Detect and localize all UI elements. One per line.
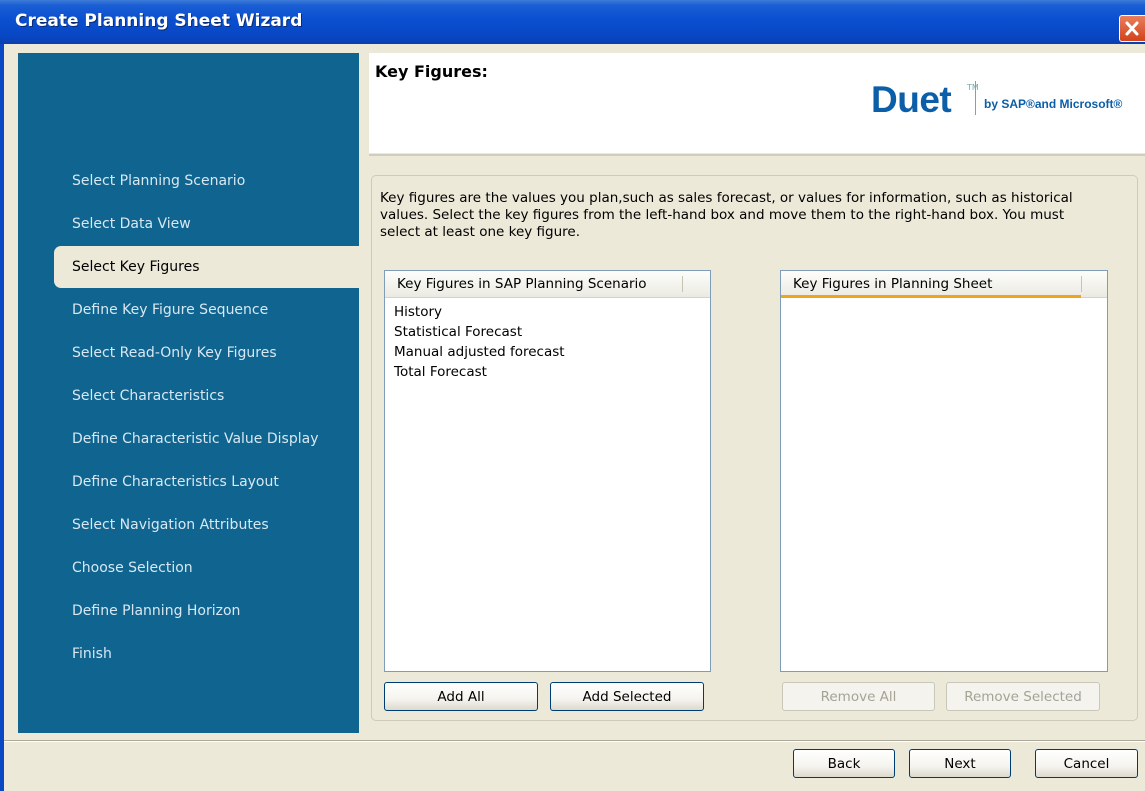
step-finish[interactable]: Finish [18, 633, 359, 675]
page-title: Key Figures: [375, 62, 488, 81]
column-header-label: Key Figures in Planning Sheet [793, 276, 993, 292]
next-button[interactable]: Next [909, 749, 1011, 778]
back-button[interactable]: Back [793, 749, 895, 778]
wizard-steps-sidebar: Select Planning Scenario Select Data Vie… [18, 53, 359, 733]
list-item[interactable]: History [394, 304, 442, 320]
step-define-characteristic-value-display[interactable]: Define Characteristic Value Display [18, 418, 359, 460]
step-define-characteristics-layout[interactable]: Define Characteristics Layout [18, 461, 359, 503]
add-selected-button[interactable]: Add Selected [550, 682, 704, 711]
title-bar[interactable]: Create Planning Sheet Wizard [0, 0, 1145, 44]
list-item[interactable]: Manual adjusted forecast [394, 344, 565, 360]
step-choose-selection[interactable]: Choose Selection [18, 547, 359, 589]
list-column-header[interactable]: Key Figures in SAP Planning Scenario [385, 271, 710, 298]
close-button[interactable] [1119, 15, 1145, 42]
instructions-text: Key figures are the values you plan,such… [380, 190, 1073, 240]
close-icon [1125, 21, 1139, 36]
header-divider [369, 154, 1145, 156]
step-select-data-view[interactable]: Select Data View [18, 203, 359, 245]
window-title: Create Planning Sheet Wizard [15, 11, 303, 31]
step-define-key-figure-sequence[interactable]: Define Key Figure Sequence [18, 289, 359, 331]
available-key-figures-list[interactable]: Key Figures in SAP Planning Scenario His… [384, 270, 711, 672]
step-select-key-figures[interactable]: Select Key Figures [54, 246, 359, 288]
list-column-header[interactable]: Key Figures in Planning Sheet [781, 271, 1107, 298]
duet-logo: Duet TM by SAP®and Microsoft® [871, 79, 1123, 120]
remove-selected-button[interactable]: Remove Selected [946, 682, 1100, 711]
add-all-button[interactable]: Add All [384, 682, 538, 711]
logo-name: Duet [871, 79, 952, 120]
remove-all-button[interactable]: Remove All [782, 682, 935, 711]
step-select-planning-scenario[interactable]: Select Planning Scenario [18, 160, 359, 202]
list-item[interactable]: Total Forecast [394, 364, 487, 380]
column-header-label: Key Figures in SAP Planning Scenario [397, 276, 647, 292]
step-define-planning-horizon[interactable]: Define Planning Horizon [18, 590, 359, 632]
list-item[interactable]: Statistical Forecast [394, 324, 522, 340]
step-select-read-only-key-figures[interactable]: Select Read-Only Key Figures [18, 332, 359, 374]
step-select-characteristics[interactable]: Select Characteristics [18, 375, 359, 417]
planning-sheet-key-figures-list[interactable]: Key Figures in Planning Sheet [780, 270, 1108, 672]
logo-tagline: by SAP®and Microsoft® [984, 97, 1123, 111]
step-select-navigation-attributes[interactable]: Select Navigation Attributes [18, 504, 359, 546]
page-header: Key Figures: Duet TM by SAP®and Microsof… [369, 53, 1145, 153]
cancel-button[interactable]: Cancel [1035, 749, 1138, 778]
column-sort-indicator [781, 295, 1081, 298]
